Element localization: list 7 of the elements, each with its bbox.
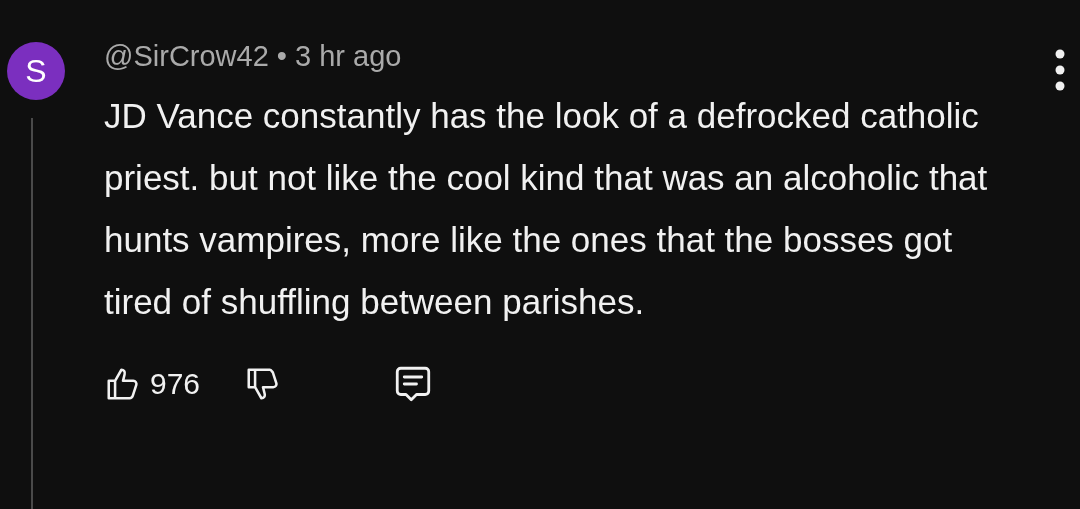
more-options-icon[interactable]: [1054, 48, 1066, 92]
comment-time: 3 hr ago: [294, 40, 402, 73]
like-count: 976: [150, 367, 201, 401]
comment-text: JD Vance constantly has the look of a defrocked catholic priest. but not like the cool kind that was an alcoholic that hunts vampires, more like the ones that the bosses got tired of shuffling between parishes.: [104, 95, 989, 323]
avatar[interactable]: S: [7, 42, 65, 100]
comment-author[interactable]: @SirCrow42: [104, 40, 269, 73]
separator-dot: •: [276, 40, 287, 73]
